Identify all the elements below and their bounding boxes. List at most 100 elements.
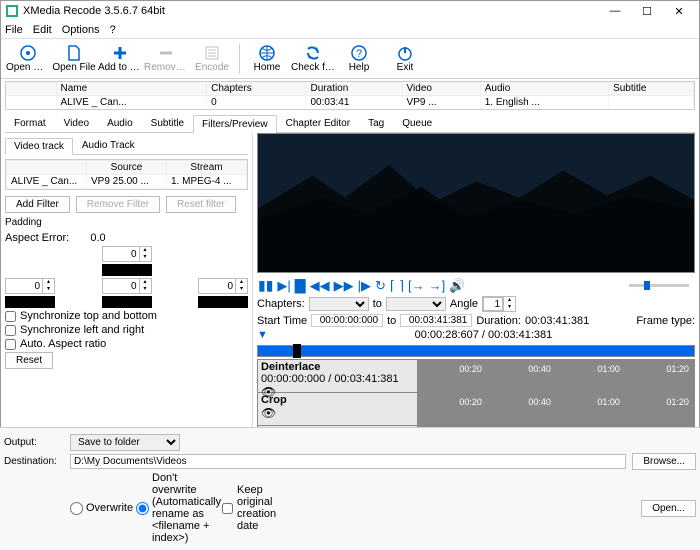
file-col-header[interactable]: Video <box>402 82 480 96</box>
stop-icon[interactable]: ▇ <box>294 277 307 294</box>
timeline-ruler[interactable]: 00:2000:4001:0001:20 <box>418 393 694 426</box>
add-filter-button[interactable]: Add Filter <box>5 196 70 213</box>
mark-out-icon[interactable]: ⌉ <box>398 278 405 294</box>
mark-in-icon[interactable]: ⌈ <box>389 278 396 294</box>
keep-date-checkbox[interactable]: Keep original creation date <box>222 484 282 532</box>
sync-top-bottom-checkbox[interactable]: Synchronize top and bottom <box>5 310 248 322</box>
track-row[interactable]: ALIVE _ Can...VP9 25.00 ...1. MPEG-4 ... <box>7 175 247 189</box>
toolbar-minus-button: Remove Job <box>143 40 189 78</box>
seek-bar[interactable] <box>257 345 695 357</box>
next-icon[interactable]: ▶| <box>276 278 291 294</box>
output-label: Output: <box>4 437 64 448</box>
padding-top-input[interactable]: ▴▾ <box>102 246 152 262</box>
toolbar-refresh-button[interactable]: Check for ... <box>290 40 336 78</box>
padding-right-input[interactable]: ▴▾ <box>198 278 248 294</box>
browse-button[interactable]: Browse... <box>632 453 696 470</box>
angle-input[interactable]: ▴▾ <box>482 296 516 312</box>
toolbar-power-button[interactable]: Exit <box>382 40 428 78</box>
overwrite-radio[interactable]: Overwrite <box>70 502 130 515</box>
tab-video[interactable]: Video <box>55 114 98 132</box>
open-button[interactable]: Open... <box>641 500 696 517</box>
svg-text:?: ? <box>356 48 362 60</box>
menu-edit[interactable]: Edit <box>33 24 52 36</box>
collapse-icon[interactable]: ▼ <box>257 329 268 341</box>
chapter-to-select[interactable] <box>386 297 446 311</box>
playback-controls: ▮▮ ▶| ▇ ◀◀ ▶▶ |▶ ↻ ⌈ ⌉ [→ →] 🔊 <box>257 277 695 294</box>
tab-subtitle[interactable]: Subtitle <box>142 114 193 132</box>
help-icon: ? <box>350 44 368 62</box>
tab-tag[interactable]: Tag <box>359 114 393 132</box>
timeline-ruler[interactable]: 00:2000:4001:0001:20 <box>418 360 694 393</box>
file-col-header[interactable]: Subtitle <box>609 82 694 96</box>
file-col-header[interactable]: Duration <box>306 82 402 96</box>
subtab-audio-track[interactable]: Audio Track <box>73 137 144 154</box>
tab-filters-preview[interactable]: Filters/Preview <box>193 115 277 133</box>
padding-left-input[interactable]: ▴▾ <box>5 278 55 294</box>
padding-bottom-input[interactable]: ▴▾ <box>102 278 152 294</box>
filter-track-deinterlace[interactable]: Deinterlace00:00:00:000 / 00:03:41:381👁 <box>258 360 417 393</box>
file-col-header[interactable]: Chapters <box>207 82 306 96</box>
tab-format[interactable]: Format <box>5 114 55 132</box>
toolbar-disk-button[interactable]: Open Disk <box>5 40 51 78</box>
frametype-label: Frame type: <box>636 315 695 327</box>
color-swatch-top[interactable] <box>102 264 152 276</box>
loop-icon[interactable]: ↻ <box>374 278 387 294</box>
bracket-out-icon[interactable]: →] <box>428 278 447 293</box>
volume-slider[interactable] <box>629 284 689 287</box>
rewind-icon[interactable]: ◀◀ <box>309 278 331 294</box>
menu-bar: File Edit Options ? <box>1 21 699 39</box>
tab-audio[interactable]: Audio <box>98 114 142 132</box>
eye-icon[interactable]: 👁 <box>261 406 414 420</box>
bracket-in-icon[interactable]: [→ <box>407 278 426 293</box>
toolbar-help-button[interactable]: ?Help <box>336 40 382 78</box>
chapter-from-select[interactable] <box>309 297 369 311</box>
menu-file[interactable]: File <box>5 24 23 36</box>
globe-icon <box>258 44 276 62</box>
destination-input[interactable] <box>70 454 626 469</box>
tab-chapter-editor[interactable]: Chapter Editor <box>277 114 359 132</box>
auto-aspect-checkbox[interactable]: Auto. Aspect ratio <box>5 338 248 350</box>
color-swatch-left[interactable] <box>5 296 55 308</box>
color-swatch-bottom[interactable] <box>102 296 152 308</box>
file-col-header[interactable]: Audio <box>480 82 608 96</box>
remove-filter-button[interactable]: Remove Filter <box>76 196 160 213</box>
sync-left-right-checkbox[interactable]: Synchronize left and right <box>5 324 248 336</box>
window-title: XMedia Recode 3.5.6.7 64bit <box>23 5 599 17</box>
pause-icon[interactable]: ▮▮ <box>257 277 274 294</box>
toolbar-globe-button[interactable]: Home <box>244 40 290 78</box>
list-icon <box>203 44 221 62</box>
step-icon[interactable]: |▶ <box>357 278 372 294</box>
maximize-button[interactable]: ☐ <box>631 1 663 21</box>
minimize-button[interactable]: — <box>599 1 631 21</box>
file-col-header[interactable]: Name <box>56 82 207 96</box>
toolbar-file-button[interactable]: Open File <box>51 40 97 78</box>
file-row[interactable]: ALIVE _ Can...000:03:41VP9 ...1. English… <box>6 96 694 110</box>
padding-reset-button[interactable]: Reset <box>5 352 53 369</box>
video-preview[interactable] <box>257 133 695 273</box>
dont-overwrite-radio[interactable]: Don't overwrite (Automatically rename as… <box>136 472 196 544</box>
menu-options[interactable]: Options <box>62 24 100 36</box>
start-time-value[interactable]: 00:00:00:000 <box>311 314 383 327</box>
filter-track-crop[interactable]: Crop👁 <box>258 393 417 426</box>
duration-label: Duration: <box>476 315 521 327</box>
file-list[interactable]: NameChaptersDurationVideoAudioSubtitle A… <box>5 81 695 110</box>
forward-icon[interactable]: ▶▶ <box>333 278 355 294</box>
close-button[interactable]: ✕ <box>663 1 695 21</box>
toolbar-plus-button[interactable]: Add to qu... <box>97 40 143 78</box>
tab-queue[interactable]: Queue <box>393 114 441 132</box>
angle-label: Angle <box>450 298 478 310</box>
output-mode-select[interactable]: Save to folder <box>70 434 180 451</box>
duration-value: 00:03:41:381 <box>525 315 589 327</box>
track-list[interactable]: SourceStreamALIVE _ Can...VP9 25.00 ...1… <box>5 159 248 190</box>
menu-help[interactable]: ? <box>110 24 116 36</box>
start-time-label: Start Time <box>257 315 307 327</box>
subtab-video-track[interactable]: Video track <box>5 138 73 155</box>
file-icon <box>65 44 83 62</box>
refresh-icon <box>304 44 322 62</box>
volume-icon[interactable]: 🔊 <box>448 278 466 294</box>
end-time-value[interactable]: 00:03:41:381 <box>400 314 472 327</box>
chapters-label: Chapters: <box>257 298 305 310</box>
color-swatch-right[interactable] <box>198 296 248 308</box>
reset-filter-button[interactable]: Reset filter <box>166 196 236 213</box>
padding-section: Padding Aspect Error: 0.0 ▴▾ ▴▾ ▴▾ ▴▾ Sy… <box>5 217 248 369</box>
